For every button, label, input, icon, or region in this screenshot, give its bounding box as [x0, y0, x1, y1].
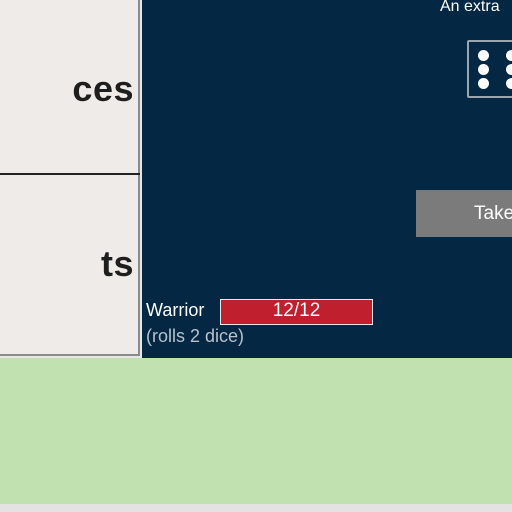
game-screen: ces ts An extra Take Warrior 12/12 (roll…: [0, 0, 512, 512]
bottom-area: [0, 358, 512, 504]
unit-dice-note: (rolls 2 dice): [146, 326, 245, 346]
left-panel-label: ces: [72, 68, 134, 109]
health-value: 12/12: [272, 300, 321, 321]
left-panel-section-bottom[interactable]: ts: [0, 175, 140, 356]
die-pip: [506, 64, 512, 75]
die-pip: [478, 64, 489, 75]
bottom-strip: [0, 504, 512, 512]
left-panel-label: ts: [100, 243, 134, 284]
left-panel-section-top[interactable]: ces: [0, 0, 140, 175]
left-panel: ces ts: [0, 0, 140, 356]
die-six-icon[interactable]: [467, 40, 512, 98]
info-text: An extra: [440, 0, 500, 15]
die-pip: [506, 78, 512, 89]
die-pip: [478, 50, 489, 61]
health-bar: 12/12: [220, 299, 373, 325]
die-pip: [478, 78, 489, 89]
game-board: An extra Take Warrior 12/12 (rolls 2 dic…: [142, 0, 512, 358]
unit-name: Warrior: [146, 300, 205, 320]
take-button[interactable]: Take: [416, 190, 512, 237]
die-pip: [506, 50, 512, 61]
